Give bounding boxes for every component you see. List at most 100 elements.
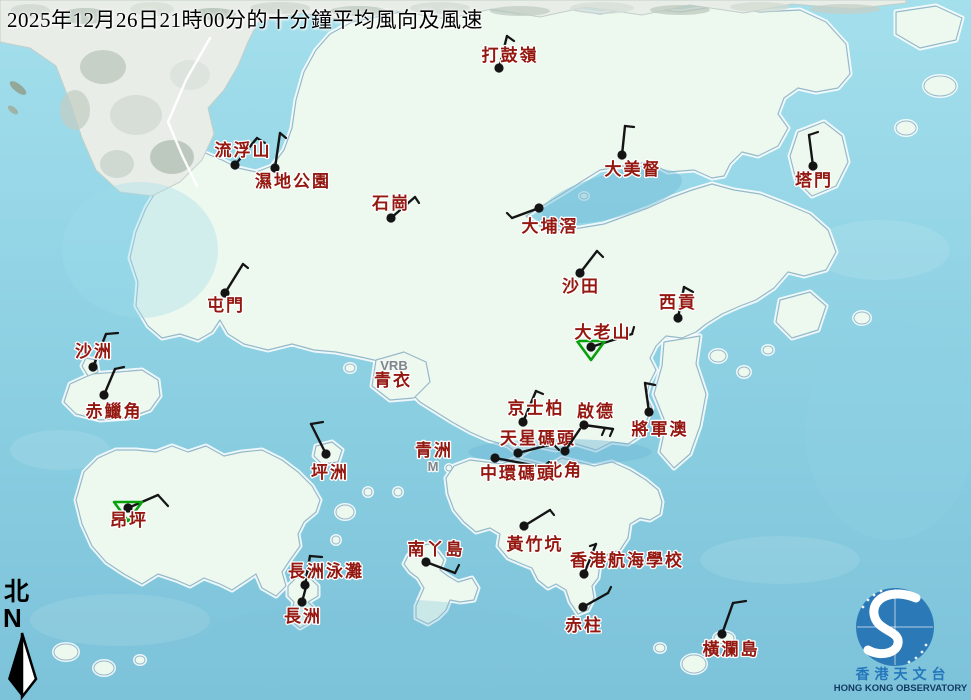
hko-logo: 香港天文台 HONG KONG OBSERVATORY <box>830 580 971 700</box>
station-label: 坪洲 <box>311 463 349 482</box>
station-label: 沙洲 <box>75 342 113 361</box>
ellipse-shape <box>135 656 145 664</box>
station-label: 青衣 <box>374 370 412 390</box>
station-label: 赤柱 <box>565 615 603 635</box>
station-dot <box>717 629 726 638</box>
station-label: 將軍澳 <box>632 419 689 439</box>
station-label: 長洲泳灘 <box>288 561 364 581</box>
station-dot <box>519 521 528 530</box>
circle-shape <box>867 599 870 602</box>
station-label: 打鼓嶺 <box>482 45 539 65</box>
ellipse-shape <box>336 505 354 519</box>
station-dot <box>579 569 588 578</box>
circle-shape <box>915 657 918 660</box>
wind-barb-tick <box>310 556 322 557</box>
north-hanzi: 北 <box>4 580 42 605</box>
station-label: 大美督 <box>605 159 662 179</box>
station-dot <box>534 203 543 212</box>
station-label: 長洲 <box>284 607 322 626</box>
station-dot <box>644 407 653 416</box>
ellipse-shape <box>810 4 880 14</box>
ellipse-shape <box>364 488 372 496</box>
ellipse-shape <box>710 350 726 362</box>
station-label: 南丫島 <box>408 539 465 559</box>
north-arrow-icon <box>3 631 41 700</box>
ellipse-shape <box>94 661 114 675</box>
wind-map-svg: 打鼓嶺流浮山濕地公園石崗屯門沙洲赤鱲角大埔滘大美督塔門沙田西貢大老山青衣VRB京… <box>0 0 971 700</box>
station-dot <box>560 446 569 455</box>
station-dot <box>490 453 499 462</box>
ellipse-shape <box>60 90 90 130</box>
station-dot <box>297 597 306 606</box>
ellipse-shape <box>650 5 710 15</box>
ellipse-shape <box>54 644 78 660</box>
wind-barb-tick <box>625 126 634 127</box>
station-tag: M <box>428 459 439 474</box>
circle-shape <box>925 644 928 647</box>
station-dot <box>99 390 108 399</box>
station-label: 濕地公園 <box>255 171 331 191</box>
ellipse-shape <box>700 536 860 584</box>
ellipse-shape <box>924 76 956 96</box>
station-dot <box>513 448 522 457</box>
polygon-shape <box>22 633 36 697</box>
ellipse-shape <box>763 346 773 354</box>
hko-logo-name-en: HONG KONG OBSERVATORY <box>830 683 971 694</box>
station-dot <box>617 150 626 159</box>
circle-shape <box>921 651 924 654</box>
ellipse-shape <box>570 2 634 14</box>
station-label: 流浮山 <box>215 140 272 160</box>
station-dot <box>88 362 97 371</box>
north-letter: N <box>3 605 42 631</box>
ellipse-shape <box>110 95 162 135</box>
station-label: 昂坪 <box>110 511 148 530</box>
ellipse-shape <box>332 536 340 544</box>
ellipse-shape <box>30 594 210 646</box>
ellipse-shape <box>896 121 916 135</box>
ellipse-shape <box>394 488 402 496</box>
station-dot <box>808 161 817 170</box>
station-tag: VRB <box>380 358 407 373</box>
station-label: 西貢 <box>659 293 697 312</box>
station-dot <box>578 602 587 611</box>
station-label: 沙田 <box>562 277 600 296</box>
station-dot <box>673 313 682 322</box>
ellipse-shape <box>345 364 355 372</box>
circle-shape <box>880 590 883 593</box>
polygon-shape <box>8 633 22 697</box>
ellipse-shape <box>446 465 452 471</box>
station-dot <box>386 213 395 222</box>
ellipse-shape <box>738 367 750 377</box>
station-label: 京士柏 <box>508 398 565 418</box>
ellipse-shape <box>655 644 665 652</box>
station-青衣: 青衣VRB <box>374 358 412 390</box>
map-title: 2025年12月26日21時00分的十分鐘平均風向及風速 <box>7 4 483 34</box>
station-label: 赤鱲角 <box>86 401 143 421</box>
station-dot <box>321 449 330 458</box>
station-label: 塔門 <box>795 170 833 190</box>
circle-shape <box>873 594 876 597</box>
hko-logo-name-cn: 香港天文台 <box>830 664 971 684</box>
station-dot <box>518 417 527 426</box>
ellipse-shape <box>490 6 550 16</box>
north-indicator: 北 N <box>2 580 42 700</box>
station-label: 中環碼頭 <box>480 463 556 483</box>
circle-shape <box>862 606 865 609</box>
station-label: 啟德 <box>577 401 615 421</box>
station-label: 屯門 <box>207 295 245 315</box>
ellipse-shape <box>854 312 870 324</box>
ellipse-shape <box>80 50 126 84</box>
station-label: 香港航海學校 <box>570 550 684 570</box>
wind-barb-tick <box>106 333 118 334</box>
wind-map-page: 打鼓嶺流浮山濕地公園石崗屯門沙洲赤鱲角大埔滘大美督塔門沙田西貢大老山青衣VRB京… <box>0 0 971 700</box>
station-label: 天星碼頭 <box>500 429 576 448</box>
ellipse-shape <box>200 599 560 691</box>
ellipse-shape <box>100 150 134 178</box>
station-label: 青洲 <box>415 440 453 460</box>
ellipse-shape <box>62 182 218 318</box>
station-dot <box>230 160 239 169</box>
circle-shape <box>908 661 911 664</box>
station-label: 橫瀾島 <box>703 639 760 659</box>
station-label: 大老山 <box>575 322 632 342</box>
ellipse-shape <box>730 2 790 12</box>
